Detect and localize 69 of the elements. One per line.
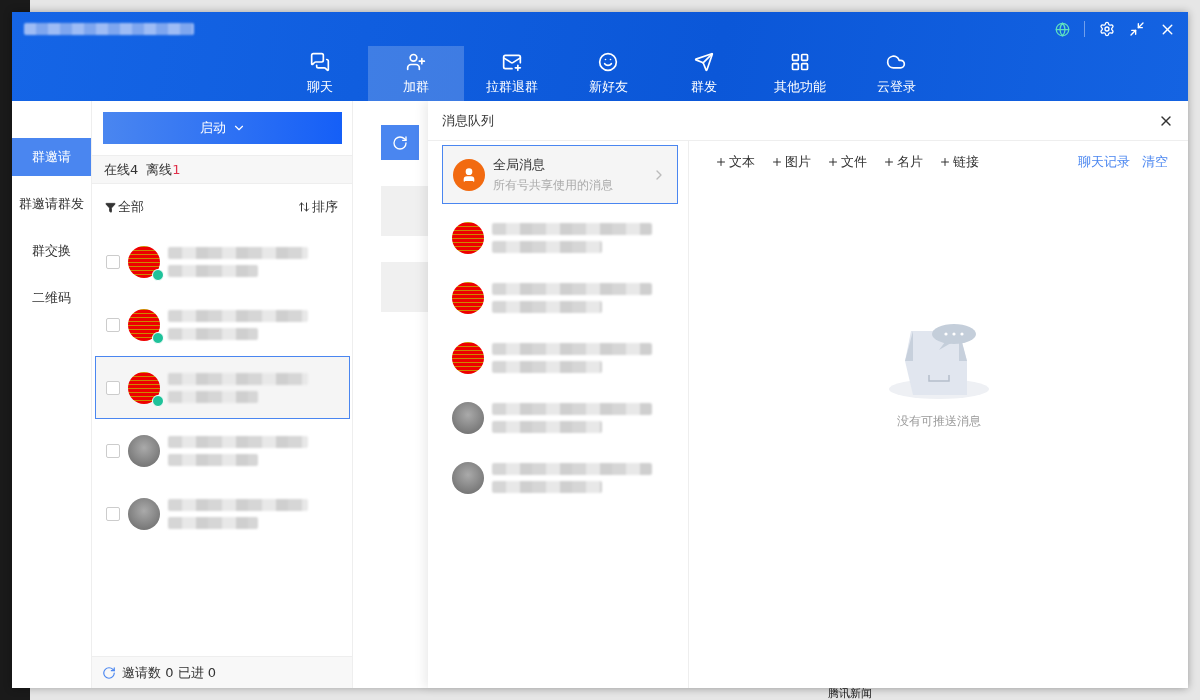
global-message-card[interactable]: 全局消息 所有号共享使用的消息 (442, 145, 678, 204)
empty-message: 没有可推送消息 (896, 413, 981, 430)
shrink-arrows-icon (1129, 21, 1145, 37)
link[interactable]: 清空 (1142, 153, 1168, 171)
settings-button[interactable] (1099, 21, 1115, 37)
sidebar-item[interactable]: 群交换 (12, 232, 91, 270)
globe-icon[interactable] (1055, 21, 1070, 37)
filter-button[interactable]: 全部 (105, 198, 144, 216)
card-subtitle: 所有号共享使用的消息 (493, 176, 614, 194)
avatar (128, 245, 160, 278)
sidebar-item[interactable]: 群邀请群发 (12, 185, 91, 223)
plus-icon (827, 156, 839, 168)
paper-plane-icon (694, 51, 714, 72)
invite-count: 邀请数 0 已进 0 (122, 663, 216, 682)
avatar (128, 371, 160, 404)
avatar (452, 402, 484, 434)
avatar (452, 222, 484, 254)
avatar (452, 342, 484, 374)
avatar (452, 462, 484, 494)
add-action[interactable]: 文本 (715, 153, 755, 171)
plus-icon (715, 156, 727, 168)
offline-count: 离线1 (146, 160, 181, 179)
user-icon (453, 158, 485, 191)
online-count: 在线4 (104, 160, 139, 179)
avatar (128, 497, 160, 530)
grid-icon (790, 51, 810, 72)
checkbox[interactable] (106, 317, 120, 332)
background-block (381, 262, 428, 312)
chat-bubbles-icon (310, 51, 330, 72)
background-text: 腾讯新闻 (828, 688, 872, 700)
plus-icon (883, 156, 895, 168)
card-title: 全局消息 (493, 155, 546, 174)
nav-tab[interactable]: 聊天 (272, 46, 368, 101)
refresh-icon (392, 134, 408, 151)
plus-icon (771, 156, 783, 168)
nav-tab[interactable]: 加群 (368, 46, 464, 101)
add-action[interactable]: 名片 (883, 153, 923, 171)
sort-button[interactable]: 排序 (298, 198, 338, 216)
smiley-icon (598, 51, 618, 72)
plus-icon (939, 156, 951, 168)
nav-tab[interactable]: 其他功能 (752, 46, 848, 101)
group-row[interactable] (95, 356, 350, 419)
avatar (128, 434, 160, 467)
panel-title: 消息队列 (442, 111, 494, 130)
avatar (452, 282, 484, 314)
nav-tab[interactable]: 拉群退群 (464, 46, 560, 101)
start-button[interactable]: 启动 (103, 112, 342, 144)
sidebar-item[interactable]: 群邀请 (12, 138, 91, 176)
add-action[interactable]: 链接 (939, 153, 979, 171)
sort-arrows-icon (298, 201, 310, 213)
nav-tab[interactable]: 云登录 (848, 46, 944, 101)
nav-tab[interactable]: 新好友 (560, 46, 656, 101)
refresh-icon[interactable] (102, 665, 116, 680)
background-block (381, 186, 428, 236)
refresh-button[interactable] (381, 125, 419, 160)
checkbox[interactable] (106, 380, 120, 395)
checkbox[interactable] (106, 506, 120, 521)
nav-tab[interactable]: 群发 (656, 46, 752, 101)
checkbox[interactable] (106, 254, 120, 269)
checkbox[interactable] (106, 443, 120, 458)
add-action[interactable]: 文件 (827, 153, 867, 171)
avatar (128, 308, 160, 341)
add-user-icon (406, 51, 426, 72)
link[interactable]: 聊天记录 (1078, 153, 1130, 171)
sidebar-item[interactable]: 二维码 (12, 279, 91, 317)
funnel-icon (105, 201, 116, 213)
settings-icon (1099, 21, 1115, 37)
add-action[interactable]: 图片 (771, 153, 811, 171)
restore-button[interactable] (1129, 21, 1145, 37)
